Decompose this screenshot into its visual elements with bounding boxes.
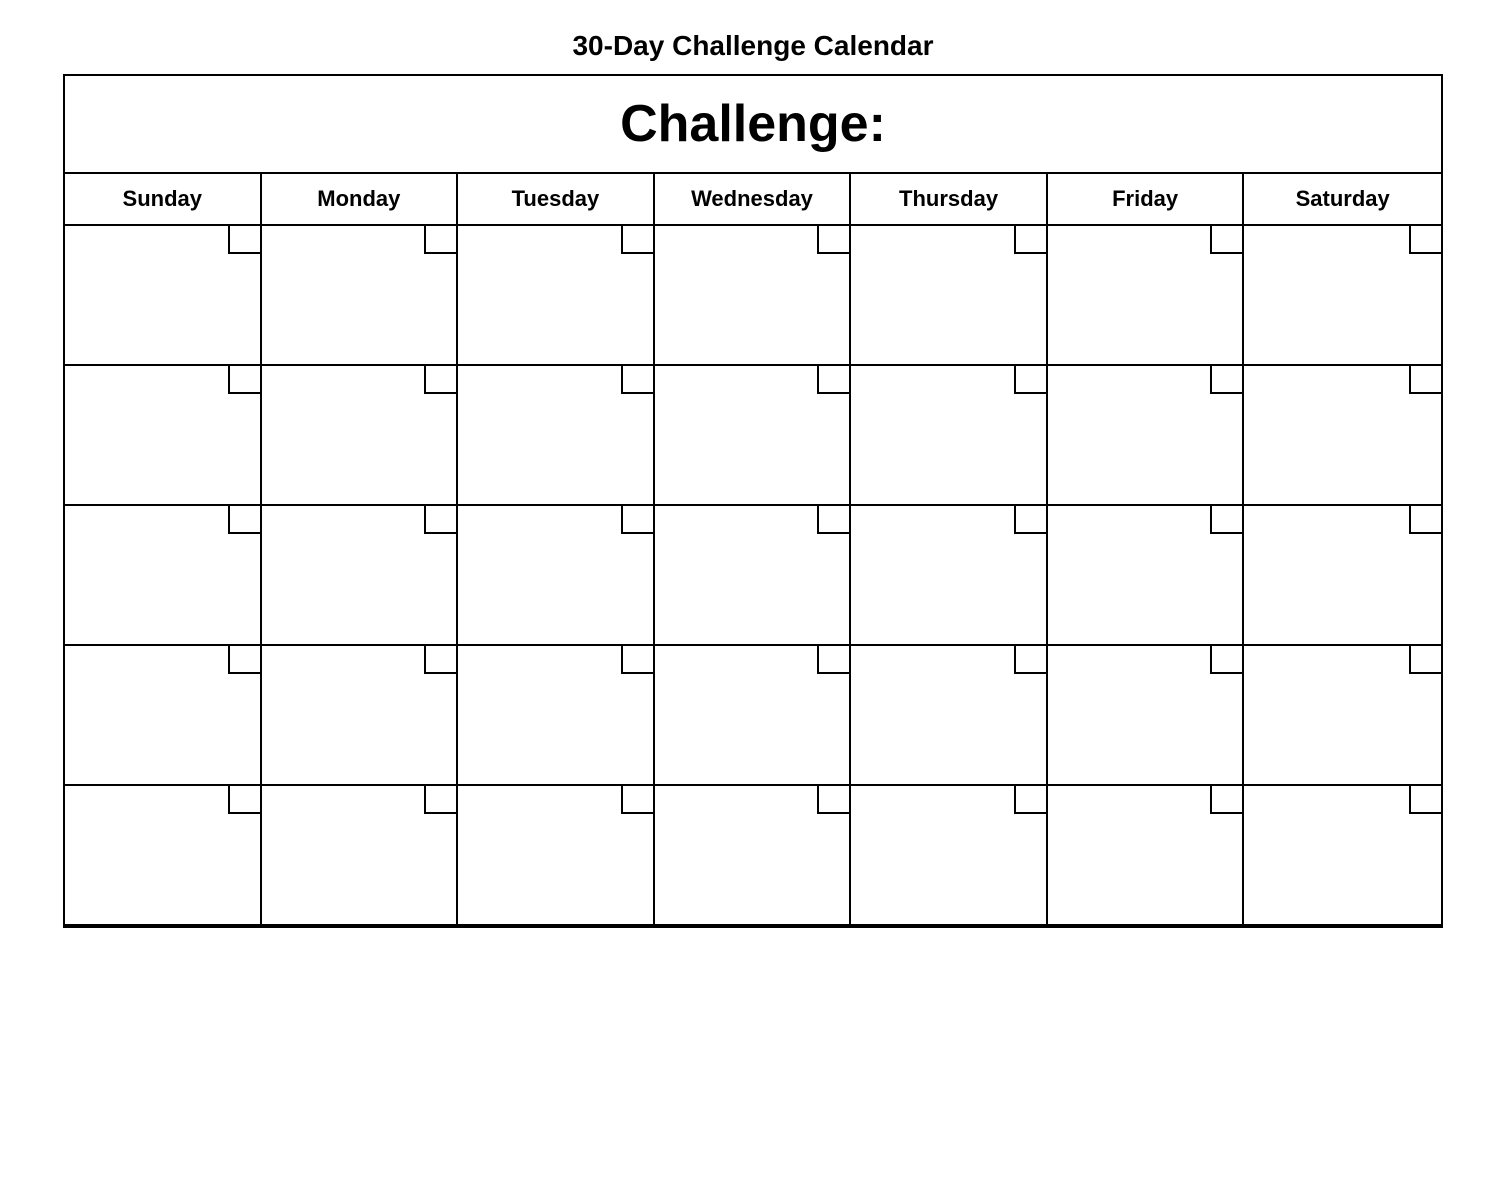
calendar-cell[interactable]	[65, 506, 262, 646]
page-wrapper: 30-Day Challenge Calendar Challenge: Sun…	[63, 30, 1443, 928]
calendar-container: Challenge: Sunday Monday Tuesday Wednesd…	[63, 74, 1443, 928]
calendar-cell[interactable]	[1048, 646, 1245, 786]
challenge-header: Challenge:	[65, 76, 1441, 174]
day-header-wednesday: Wednesday	[655, 174, 852, 224]
calendar-cell[interactable]	[1244, 786, 1441, 926]
calendar-cell[interactable]	[1048, 506, 1245, 646]
day-header-friday: Friday	[1048, 174, 1245, 224]
calendar-cell[interactable]	[655, 366, 852, 506]
day-number-box	[1409, 366, 1441, 394]
day-number-box	[1409, 786, 1441, 814]
day-number-box	[1210, 786, 1242, 814]
day-number-box	[817, 506, 849, 534]
calendar-cell[interactable]	[262, 786, 459, 926]
day-number-box	[1210, 506, 1242, 534]
day-number-box	[228, 786, 260, 814]
calendar-cell[interactable]	[65, 786, 262, 926]
calendar-cell[interactable]	[1048, 226, 1245, 366]
day-number-box	[817, 646, 849, 674]
day-number-box	[621, 366, 653, 394]
calendar-cell[interactable]	[65, 226, 262, 366]
calendar-cell[interactable]	[1244, 506, 1441, 646]
calendar-cell[interactable]	[458, 646, 655, 786]
day-number-box	[424, 646, 456, 674]
calendar-cell[interactable]	[655, 226, 852, 366]
calendar-cell[interactable]	[1244, 366, 1441, 506]
calendar-cell[interactable]	[262, 366, 459, 506]
day-number-box	[228, 226, 260, 254]
challenge-header-text: Challenge:	[620, 95, 886, 153]
calendar-cell[interactable]	[1244, 226, 1441, 366]
day-number-box	[817, 226, 849, 254]
day-number-box	[228, 646, 260, 674]
day-number-box	[621, 646, 653, 674]
day-number-box	[1014, 786, 1046, 814]
day-header-saturday: Saturday	[1244, 174, 1441, 224]
days-header: Sunday Monday Tuesday Wednesday Thursday…	[65, 174, 1441, 226]
day-number-box	[1014, 226, 1046, 254]
day-number-box	[1210, 646, 1242, 674]
day-number-box	[621, 786, 653, 814]
page-title: 30-Day Challenge Calendar	[63, 30, 1443, 62]
day-header-thursday: Thursday	[851, 174, 1048, 224]
day-number-box	[1210, 226, 1242, 254]
day-number-box	[621, 506, 653, 534]
day-number-box	[1409, 506, 1441, 534]
calendar-cell[interactable]	[655, 646, 852, 786]
day-header-monday: Monday	[262, 174, 459, 224]
day-number-box	[1014, 646, 1046, 674]
calendar-cell[interactable]	[851, 646, 1048, 786]
day-number-box	[1014, 366, 1046, 394]
calendar-cell[interactable]	[262, 506, 459, 646]
calendar-grid	[65, 226, 1441, 926]
day-number-box	[424, 786, 456, 814]
calendar-cell[interactable]	[655, 506, 852, 646]
day-number-box	[424, 366, 456, 394]
calendar-cell[interactable]	[458, 506, 655, 646]
calendar-cell[interactable]	[458, 366, 655, 506]
day-number-box	[1409, 646, 1441, 674]
calendar-cell[interactable]	[262, 226, 459, 366]
calendar-cell[interactable]	[65, 646, 262, 786]
calendar-cell[interactable]	[458, 786, 655, 926]
calendar-cell[interactable]	[1244, 646, 1441, 786]
day-header-sunday: Sunday	[65, 174, 262, 224]
day-number-box	[817, 366, 849, 394]
day-number-box	[817, 786, 849, 814]
day-number-box	[424, 506, 456, 534]
calendar-cell[interactable]	[655, 786, 852, 926]
day-number-box	[1014, 506, 1046, 534]
calendar-cell[interactable]	[1048, 366, 1245, 506]
day-number-box	[1210, 366, 1242, 394]
calendar-cell[interactable]	[65, 366, 262, 506]
day-number-box	[424, 226, 456, 254]
calendar-cell[interactable]	[458, 226, 655, 366]
calendar-cell[interactable]	[851, 366, 1048, 506]
calendar-cell[interactable]	[851, 786, 1048, 926]
day-number-box	[1409, 226, 1441, 254]
day-number-box	[228, 366, 260, 394]
calendar-cell[interactable]	[851, 506, 1048, 646]
calendar-cell[interactable]	[262, 646, 459, 786]
day-header-tuesday: Tuesday	[458, 174, 655, 224]
day-number-box	[228, 506, 260, 534]
calendar-cell[interactable]	[1048, 786, 1245, 926]
day-number-box	[621, 226, 653, 254]
calendar-cell[interactable]	[851, 226, 1048, 366]
